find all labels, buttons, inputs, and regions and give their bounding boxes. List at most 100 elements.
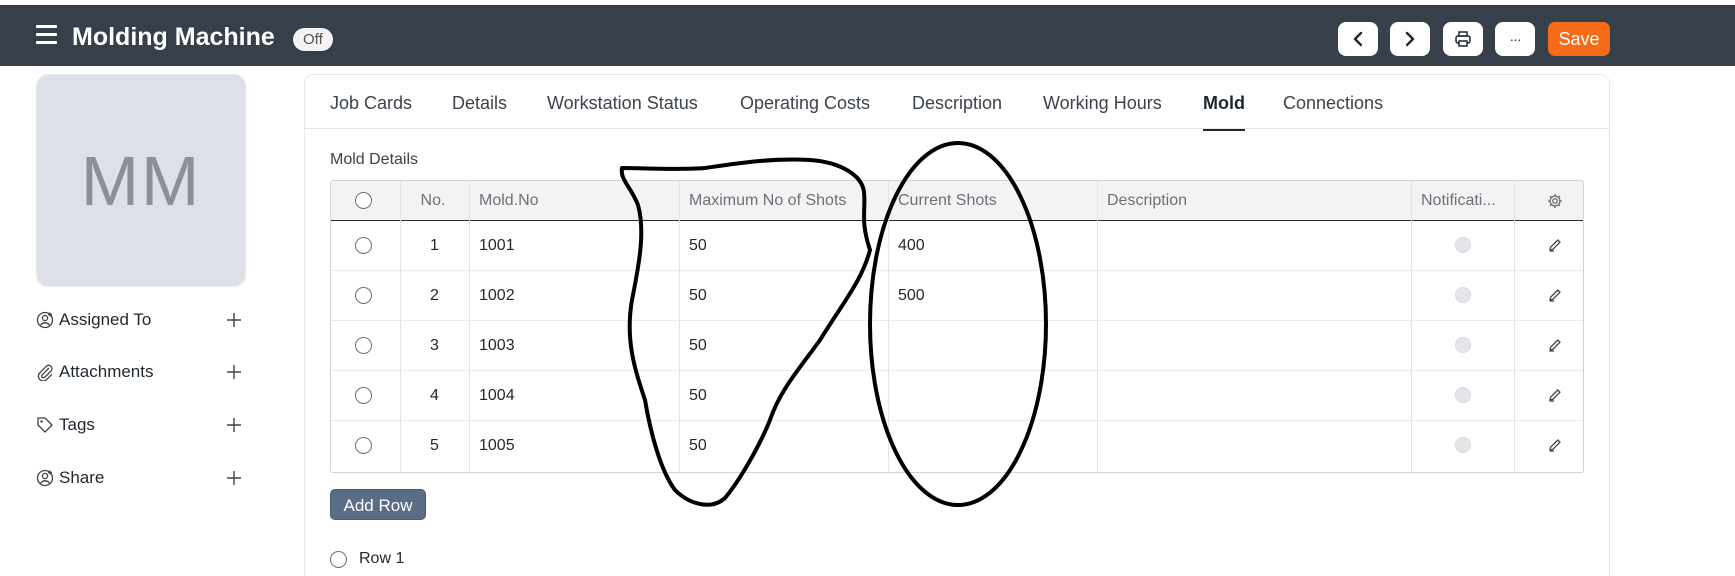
- hamburger-menu-icon[interactable]: [36, 25, 57, 45]
- tab-workstation-status[interactable]: Workstation Status: [547, 89, 698, 117]
- column-header-notification: Notificati...: [1421, 192, 1496, 209]
- row-number: 1: [430, 237, 439, 254]
- table-header: No. Mold.No Maximum No of Shots Current …: [331, 181, 1583, 221]
- row-select-checkbox[interactable]: [355, 387, 372, 404]
- edit-pencil-icon[interactable]: [1548, 238, 1564, 254]
- table-row[interactable]: 2 1002 50 500: [331, 271, 1583, 321]
- tab-working-hours[interactable]: Working Hours: [1043, 89, 1162, 117]
- add-attachment-plus-icon[interactable]: [223, 361, 245, 383]
- add-tag-plus-icon[interactable]: [223, 414, 245, 436]
- row-number: 2: [430, 287, 439, 304]
- tab-description[interactable]: Description: [912, 89, 1002, 117]
- sidebar-item-label: Attachments: [59, 362, 154, 381]
- next-record-button[interactable]: [1390, 22, 1430, 56]
- notification-toggle[interactable]: [1455, 337, 1471, 353]
- sidebar-item-label: Tags: [59, 415, 95, 434]
- sidebar-item-assigned-to[interactable]: Assigned To: [35, 307, 245, 333]
- notification-toggle[interactable]: [1455, 287, 1471, 303]
- tab-details[interactable]: Details: [452, 89, 507, 117]
- tag-icon: [35, 415, 55, 435]
- paperclip-icon: [35, 362, 55, 382]
- share-user-icon: [35, 468, 55, 488]
- top-navbar: Molding Machine Off ··· Save: [0, 5, 1735, 66]
- max-shots-cell[interactable]: 50: [689, 271, 879, 320]
- more-actions-button[interactable]: ···: [1495, 22, 1535, 56]
- mold-no-cell[interactable]: 1003: [479, 321, 669, 370]
- column-header-no: No.: [420, 192, 446, 209]
- sidebar-item-label: Assigned To: [59, 310, 152, 329]
- avatar-initials: MM: [80, 141, 202, 220]
- page-title: Molding Machine: [72, 23, 275, 51]
- table-row[interactable]: 1 1001 50 400: [331, 221, 1583, 271]
- column-header-current-shots: Current Shots: [898, 192, 997, 209]
- description-cell[interactable]: [1107, 421, 1407, 471]
- table-row[interactable]: 3 1003 50: [331, 321, 1583, 371]
- row-number: 4: [430, 387, 439, 404]
- add-assignee-plus-icon[interactable]: [223, 309, 245, 331]
- sidebar-item-attachments[interactable]: Attachments: [35, 359, 245, 385]
- tab-operating-costs[interactable]: Operating Costs: [740, 89, 870, 117]
- gear-icon[interactable]: [1547, 193, 1563, 209]
- max-shots-cell[interactable]: 50: [689, 371, 879, 420]
- description-cell[interactable]: [1107, 321, 1407, 370]
- edit-pencil-icon[interactable]: [1548, 388, 1564, 404]
- ellipsis-icon: ···: [1509, 31, 1522, 47]
- sidebar-item-label: Share: [59, 468, 105, 487]
- tab-connections[interactable]: Connections: [1283, 89, 1383, 117]
- edit-pencil-icon[interactable]: [1548, 338, 1564, 354]
- print-button[interactable]: [1443, 22, 1483, 56]
- max-shots-cell[interactable]: 50: [689, 421, 879, 471]
- previous-record-button[interactable]: [1338, 22, 1378, 56]
- sidebar-item-share[interactable]: Share: [35, 465, 245, 491]
- select-all-checkbox[interactable]: [355, 192, 372, 209]
- mold-no-cell[interactable]: 1005: [479, 421, 669, 471]
- save-button[interactable]: Save: [1548, 22, 1610, 56]
- tab-job-cards[interactable]: Job Cards: [330, 89, 412, 117]
- current-shots-cell[interactable]: [898, 371, 1088, 420]
- notification-toggle[interactable]: [1455, 387, 1471, 403]
- row-option[interactable]: Row 1: [330, 547, 404, 571]
- row-select-checkbox[interactable]: [355, 337, 372, 354]
- table-row[interactable]: 4 1004 50: [331, 371, 1583, 421]
- share-plus-icon[interactable]: [223, 467, 245, 489]
- mold-details-table: No. Mold.No Maximum No of Shots Current …: [330, 180, 1584, 473]
- chevron-left-icon: [1353, 31, 1363, 47]
- row-select-checkbox[interactable]: [355, 287, 372, 304]
- mold-details-label: Mold Details: [330, 151, 419, 168]
- notification-toggle[interactable]: [1455, 437, 1471, 453]
- row-option-radio[interactable]: [330, 550, 347, 568]
- column-header-mold-no: Mold.No: [479, 192, 539, 209]
- current-shots-cell[interactable]: 500: [898, 271, 1088, 320]
- mold-no-cell[interactable]: 1001: [479, 221, 669, 270]
- chevron-right-icon: [1405, 31, 1415, 47]
- current-shots-cell[interactable]: 400: [898, 221, 1088, 270]
- mold-no-cell[interactable]: 1004: [479, 371, 669, 420]
- add-row-button[interactable]: Add Row: [330, 489, 426, 520]
- description-cell[interactable]: [1107, 221, 1407, 270]
- printer-icon: [1455, 31, 1471, 47]
- row-select-checkbox[interactable]: [355, 237, 372, 254]
- column-header-max-shots: Maximum No of Shots: [689, 192, 847, 209]
- row-option-label: Row 1: [359, 550, 405, 567]
- current-shots-cell[interactable]: [898, 321, 1088, 370]
- sidebar-item-tags[interactable]: Tags: [35, 412, 245, 438]
- max-shots-cell[interactable]: 50: [689, 221, 879, 270]
- description-cell[interactable]: [1107, 371, 1407, 420]
- row-select-checkbox[interactable]: [355, 437, 372, 454]
- notification-toggle[interactable]: [1455, 237, 1471, 253]
- row-number: 5: [430, 437, 439, 454]
- row-number: 3: [430, 337, 439, 354]
- avatar[interactable]: MM: [36, 74, 246, 287]
- tab-mold[interactable]: Mold: [1203, 89, 1245, 131]
- edit-pencil-icon[interactable]: [1548, 438, 1564, 454]
- edit-pencil-icon[interactable]: [1548, 288, 1564, 304]
- mold-no-cell[interactable]: 1002: [479, 271, 669, 320]
- main-form-card: Job Cards Details Workstation Status Ope…: [304, 74, 1610, 576]
- user-add-icon: [35, 310, 55, 330]
- table-row[interactable]: 5 1005 50: [331, 421, 1583, 471]
- description-cell[interactable]: [1107, 271, 1407, 320]
- form-tabs: Job Cards Details Workstation Status Ope…: [305, 75, 1609, 131]
- max-shots-cell[interactable]: 50: [689, 321, 879, 370]
- current-shots-cell[interactable]: [898, 421, 1088, 471]
- status-badge: Off: [293, 28, 333, 51]
